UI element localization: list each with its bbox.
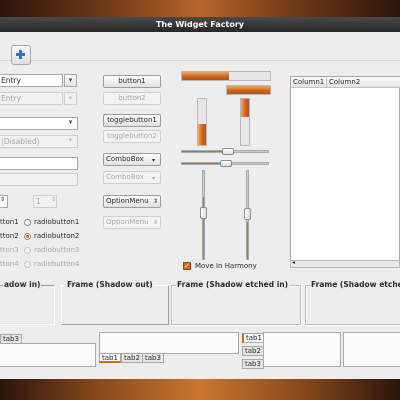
add-toolbar-button[interactable] <box>11 45 31 65</box>
combobox-button-label: ComboBox <box>106 155 144 163</box>
combobox-button[interactable]: ComboBox ▾ <box>103 153 161 166</box>
option-menu[interactable]: OptionMenu ⇕ <box>103 195 161 208</box>
plus-icon <box>16 50 25 59</box>
combobox-button-disabled-label: ComboBox <box>106 173 144 181</box>
frame-shadow-etched-in: Frame (Shadow etched in) <box>171 280 301 325</box>
frame-shadow-etched-out-label: Frame (Shadow etched o <box>310 280 400 289</box>
radio-label-left-3: tton3 <box>0 246 19 254</box>
frame-shadow-in: adow in) <box>0 280 55 325</box>
scale-horizontal-1-knob[interactable] <box>222 148 234 155</box>
progress-bar-vertical-right-fill <box>241 99 249 118</box>
togglebutton2: togglebutton2 <box>103 130 161 143</box>
tree-horizontal-scrollbar[interactable]: ◂ <box>290 259 400 268</box>
widget-factory-window: Entry ▾ Entry ▾ ▾ (Disabled) ▾ 1 ⇕ 1 ⇕ t… <box>0 32 400 379</box>
notebook2-tab3[interactable]: tab3 <box>142 353 164 363</box>
progress-bar-second <box>226 85 271 95</box>
column-header-1[interactable]: Column1 <box>291 77 327 88</box>
toolbar <box>0 32 400 65</box>
togglebutton1[interactable]: togglebutton1 <box>103 114 161 127</box>
combo-entry-disabled-text: Entry <box>1 94 21 103</box>
radiobutton1-indicator[interactable] <box>24 219 31 226</box>
frame-shadow-out-label: Frame (Shadow out) <box>66 280 154 289</box>
frame-shadow-in-label: adow in) <box>3 280 42 289</box>
radiobutton3-label: radiobutton3 <box>34 246 80 254</box>
spin-button-disabled-value: 1 <box>36 197 41 206</box>
chevron-down-icon: ▾ <box>152 157 156 164</box>
move-in-harmony-label[interactable]: Move In Harmony <box>195 262 257 270</box>
button1[interactable]: button1 <box>103 75 161 88</box>
notebook3-page <box>263 332 341 367</box>
option-menu-disabled-label: OptionMenu <box>106 218 149 226</box>
progress-bar-vertical-right <box>240 98 250 146</box>
radiobutton2-label[interactable]: radiobutton2 <box>34 232 79 240</box>
combo-box-disabled-text: (Disabled) <box>1 137 40 146</box>
notebook1-page <box>0 343 96 367</box>
window-title: The Widget Factory <box>155 20 245 29</box>
progress-bar-vertical-left-fill <box>198 124 206 145</box>
notebook4-page <box>343 332 400 367</box>
combo-entry-dropdown[interactable]: ▾ <box>64 74 77 87</box>
combo-entry-text: Entry <box>1 76 21 85</box>
text-entry-disabled <box>0 173 78 186</box>
frame-shadow-etched-out: Frame (Shadow etched o <box>305 280 400 325</box>
scale-horizontal-2-fill <box>182 163 224 164</box>
notebook3-tab1[interactable]: tab1 <box>242 333 265 343</box>
combo-entry-disabled: Entry <box>0 92 63 105</box>
combo-box-1-arrow[interactable]: ▾ <box>64 117 77 130</box>
notebook2-tab1[interactable]: tab1 <box>99 353 121 363</box>
radiobutton4-indicator <box>24 261 31 268</box>
progress-bar-vertical-left <box>197 98 207 146</box>
text-entry[interactable] <box>0 157 78 170</box>
scale-vertical-2-fill <box>247 222 248 259</box>
scale-vertical-1-knob[interactable] <box>200 207 207 219</box>
radiobutton4-label: radiobutton4 <box>34 260 80 268</box>
notebook2-tab2[interactable]: tab2 <box>121 353 143 363</box>
move-in-harmony-checkbox[interactable]: ✓ <box>183 262 191 270</box>
frame-shadow-out: Frame (Shadow out) <box>61 280 169 325</box>
scroll-left-icon[interactable]: ◂ <box>292 259 295 266</box>
notebook3-tab2[interactable]: tab2 <box>242 346 264 356</box>
chevron-down-icon: ▾ <box>152 175 156 182</box>
spin-arrows-icon[interactable]: ⇕ <box>0 196 5 203</box>
desktop-background-top <box>0 0 400 17</box>
radio-label-left-1[interactable]: tton1 <box>0 218 19 226</box>
updown-arrows-icon: ⇕ <box>153 198 159 205</box>
button2: button2 <box>103 92 161 105</box>
scale-horizontal-2-knob[interactable] <box>220 160 232 167</box>
progress-bar-top-fill <box>182 72 229 80</box>
radio-label-left-4: tton4 <box>0 260 19 268</box>
notebook2-page <box>99 332 239 354</box>
notebook3-tab3[interactable]: tab3 <box>242 359 264 369</box>
combo-entry-disabled-dropdown: ▾ <box>64 92 77 105</box>
frame-shadow-etched-in-label: Frame (Shadow etched in) <box>176 280 290 289</box>
updown-arrows-icon: ⇕ <box>153 219 159 226</box>
progress-bar-second-fill <box>227 86 270 94</box>
progress-bar-top <box>181 71 271 81</box>
tree-view[interactable]: Column1 Column2 <box>290 76 400 263</box>
radiobutton2-indicator[interactable] <box>24 233 31 240</box>
combo-box-disabled-arrow: ▾ <box>68 136 73 144</box>
option-menu-disabled: OptionMenu ⇕ <box>103 216 161 229</box>
option-menu-label: OptionMenu <box>106 197 149 205</box>
combo-entry[interactable]: Entry <box>0 74 63 87</box>
scale-vertical-2-knob[interactable] <box>244 208 251 220</box>
desktop-background-bottom <box>0 379 400 400</box>
combobox-button-disabled: ComboBox ▾ <box>103 171 161 184</box>
radiobutton1-label[interactable]: radiobutton1 <box>34 218 79 226</box>
radio-label-left-2[interactable]: tton2 <box>0 232 19 240</box>
window-titlebar[interactable]: The Widget Factory <box>0 17 400 32</box>
column-header-2[interactable]: Column2 <box>327 77 400 88</box>
spin-disabled-arrows-icon: ⇕ <box>51 196 57 203</box>
radiobutton3-indicator <box>24 247 31 254</box>
